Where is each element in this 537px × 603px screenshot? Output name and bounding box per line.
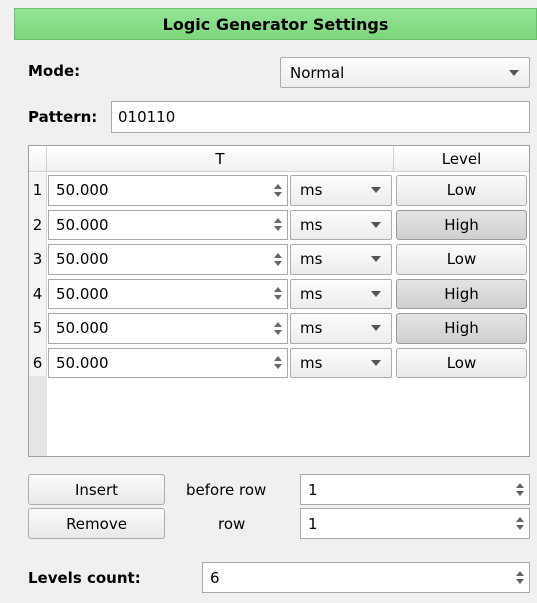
remove-row-spinbox[interactable]: 1 <box>300 508 530 539</box>
level-toggle-button[interactable]: High <box>396 209 527 240</box>
spin-arrows-icon[interactable] <box>514 509 526 538</box>
spin-arrows-icon[interactable] <box>272 176 284 205</box>
chevron-down-icon <box>371 325 381 332</box>
level-toggle-label: High <box>444 215 479 234</box>
insert-button[interactable]: Insert <box>28 474 165 505</box>
chevron-down-icon <box>371 256 381 263</box>
spin-arrows-icon[interactable] <box>272 349 284 378</box>
levels-count-label: Levels count: <box>28 569 141 587</box>
spin-arrows-icon[interactable] <box>272 280 284 309</box>
column-header-level[interactable]: Level <box>394 146 529 172</box>
mode-select-value: Normal <box>290 63 345 82</box>
chevron-down-icon <box>509 69 519 76</box>
unit-select[interactable]: ms <box>290 313 392 344</box>
spin-arrows-icon[interactable] <box>514 563 526 592</box>
duration-value: 50.000 <box>56 353 109 372</box>
levels-table: T Level 1 50.000 ms Low 2 50.000 ms High… <box>28 145 530 457</box>
duration-value: 50.000 <box>56 181 109 200</box>
level-toggle-button[interactable]: High <box>396 313 527 344</box>
remove-button-label: Remove <box>66 514 127 533</box>
unit-select-value: ms <box>300 319 323 338</box>
row-number: 6 <box>29 345 47 380</box>
unit-select-value: ms <box>300 284 323 303</box>
unit-select[interactable]: ms <box>290 209 392 240</box>
levels-count-spinbox[interactable]: 6 <box>202 562 530 593</box>
level-toggle-label: Low <box>446 181 477 200</box>
insert-row-value: 1 <box>308 480 318 499</box>
pattern-input[interactable]: 010110 <box>111 101 530 133</box>
level-toggle-label: High <box>444 319 479 338</box>
mode-select[interactable]: Normal <box>280 57 530 88</box>
panel-title: Logic Generator Settings <box>14 8 537 40</box>
level-toggle-button[interactable]: Low <box>396 244 527 275</box>
mode-label: Mode: <box>28 62 81 80</box>
duration-value: 50.000 <box>56 215 109 234</box>
duration-spinbox[interactable]: 50.000 <box>48 175 288 206</box>
duration-value: 50.000 <box>56 250 109 269</box>
duration-spinbox[interactable]: 50.000 <box>48 244 288 275</box>
row-label: row <box>218 515 246 533</box>
insert-row-spinbox[interactable]: 1 <box>300 474 530 505</box>
duration-spinbox[interactable]: 50.000 <box>48 209 288 240</box>
chevron-down-icon <box>371 221 381 228</box>
table-empty-area <box>29 376 47 456</box>
row-number: 4 <box>29 276 47 311</box>
pattern-input-value: 010110 <box>118 108 176 126</box>
duration-value: 50.000 <box>56 284 109 303</box>
panel-title-text: Logic Generator Settings <box>162 14 389 34</box>
unit-select[interactable]: ms <box>290 347 392 378</box>
column-header-t[interactable]: T <box>47 146 394 172</box>
spin-arrows-icon[interactable] <box>272 245 284 274</box>
level-toggle-label: Low <box>446 250 477 269</box>
level-toggle-button[interactable]: Low <box>396 175 527 206</box>
row-number: 5 <box>29 311 47 346</box>
unit-select[interactable]: ms <box>290 244 392 275</box>
level-toggle-button[interactable]: High <box>396 278 527 309</box>
unit-select[interactable]: ms <box>290 175 392 206</box>
unit-select-value: ms <box>300 250 323 269</box>
unit-select[interactable]: ms <box>290 278 392 309</box>
table-corner <box>29 146 47 172</box>
column-header-level-label: Level <box>441 149 482 168</box>
duration-spinbox[interactable]: 50.000 <box>48 313 288 344</box>
duration-spinbox[interactable]: 50.000 <box>48 347 288 378</box>
row-number: 2 <box>29 207 47 242</box>
spin-arrows-icon[interactable] <box>514 475 526 504</box>
level-toggle-label: Low <box>446 353 477 372</box>
insert-button-label: Insert <box>74 480 119 499</box>
row-number: 1 <box>29 173 47 208</box>
before-row-label: before row <box>186 481 267 499</box>
row-number: 3 <box>29 242 47 277</box>
chevron-down-icon <box>371 359 381 366</box>
remove-button[interactable]: Remove <box>28 508 165 539</box>
pattern-label: Pattern: <box>28 108 98 126</box>
duration-value: 50.000 <box>56 319 109 338</box>
unit-select-value: ms <box>300 215 323 234</box>
level-toggle-label: High <box>444 284 479 303</box>
remove-row-value: 1 <box>308 514 318 533</box>
unit-select-value: ms <box>300 181 323 200</box>
chevron-down-icon <box>371 187 381 194</box>
spin-arrows-icon[interactable] <box>272 211 284 240</box>
spin-arrows-icon[interactable] <box>272 314 284 343</box>
duration-spinbox[interactable]: 50.000 <box>48 278 288 309</box>
column-header-t-label: T <box>215 149 225 168</box>
level-toggle-button[interactable]: Low <box>396 347 527 378</box>
levels-count-value: 6 <box>210 568 220 587</box>
unit-select-value: ms <box>300 353 323 372</box>
chevron-down-icon <box>371 290 381 297</box>
